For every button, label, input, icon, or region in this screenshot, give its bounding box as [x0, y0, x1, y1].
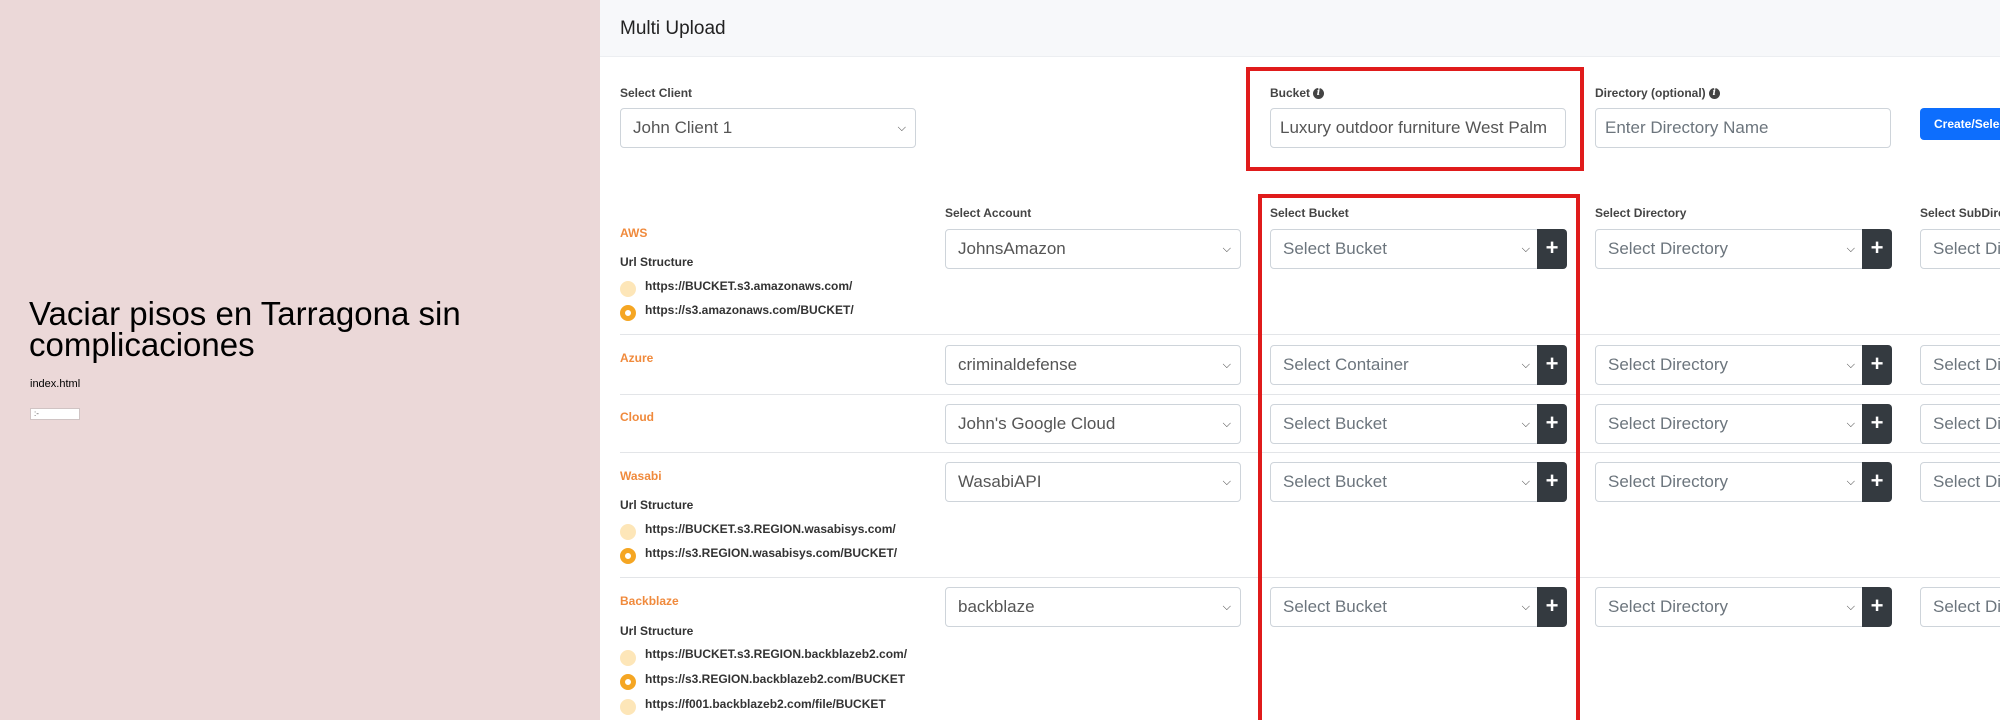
multi-upload-panel: Multi Upload Select Client John Client 1…	[600, 0, 2000, 720]
directory-select-aws[interactable]: Select Directory ⌵	[1595, 229, 1865, 269]
chevron-down-icon: ⌵	[1222, 601, 1231, 613]
left-panel: Vaciar pisos en Tarragona sin complicaci…	[0, 0, 600, 720]
add-directory-button[interactable]: +	[1862, 229, 1892, 269]
url-radio-selected[interactable]	[620, 674, 636, 690]
account-select-backblaze[interactable]: backblaze ⌵	[945, 587, 1241, 627]
add-directory-button[interactable]: +	[1862, 404, 1892, 444]
provider-aws: AWS	[620, 226, 648, 240]
provider-cloud: Cloud	[620, 410, 654, 424]
url-option: https://BUCKET.s3.amazonaws.com/	[645, 279, 853, 293]
directory-select-value: Select Directory	[1608, 597, 1728, 616]
subdirectory-select-aws[interactable]: Select Directory	[1920, 229, 2000, 269]
add-directory-button[interactable]: +	[1862, 462, 1892, 502]
directory-select-backblaze[interactable]: Select Directory ⌵	[1595, 587, 1865, 627]
account-select-azure[interactable]: criminaldefense ⌵	[945, 345, 1241, 385]
directory-label-text: Directory (optional)	[1595, 86, 1706, 100]
url-option: https://BUCKET.s3.REGION.backblazeb2.com…	[645, 647, 908, 661]
provider-wasabi: Wasabi	[620, 469, 662, 483]
account-select-cloud[interactable]: John's Google Cloud ⌵	[945, 404, 1241, 444]
account-value: JohnsAmazon	[958, 239, 1066, 258]
subdirectory-select-wasabi[interactable]: Select Directory	[1920, 462, 2000, 502]
directory-select-cloud[interactable]: Select Directory ⌵	[1595, 404, 1865, 444]
chevron-down-icon: ⌵	[1846, 601, 1855, 613]
filename-label: index.html	[30, 378, 81, 390]
url-radio[interactable]	[620, 524, 636, 540]
url-structure-label: Url Structure	[620, 255, 694, 269]
col-directory-label: Select Directory	[1595, 206, 1687, 220]
col-account-label: Select Account	[945, 206, 1032, 220]
account-value: criminaldefense	[958, 355, 1078, 374]
url-option: https://s3.REGION.backblazeb2.com/BUCKET	[645, 672, 906, 686]
url-radio[interactable]	[620, 650, 636, 666]
url-option: https://BUCKET.s3.REGION.wasabisys.com/	[645, 522, 896, 536]
info-icon[interactable]: i	[1708, 88, 1720, 100]
directory-select-wasabi[interactable]: Select Directory ⌵	[1595, 462, 1865, 502]
directory-label: Directory (optional) i	[1595, 86, 1720, 100]
account-select-aws[interactable]: JohnsAmazon ⌵	[945, 229, 1241, 269]
directory-select-value: Select Directory	[1608, 414, 1728, 433]
bucket-column-highlight-box	[1258, 194, 1580, 720]
client-label: Select Client	[620, 86, 693, 100]
client-select[interactable]: John Client 1 ⌵	[620, 108, 916, 148]
chevron-down-icon: ⌵	[1222, 476, 1231, 488]
url-radio[interactable]	[620, 281, 636, 297]
directory-select-value: Select Directory	[1608, 239, 1728, 258]
account-value: WasabiAPI	[958, 472, 1042, 491]
subdirectory-select-azure[interactable]: Select Directory	[1920, 345, 2000, 385]
url-structure-label: Url Structure	[620, 498, 694, 512]
provider-azure: Azure	[620, 351, 654, 365]
provider-backblaze: Backblaze	[620, 594, 679, 608]
col-subdirectory-label: Select SubDirectory	[1920, 206, 2000, 220]
directory-select-value: Select Directory	[1608, 472, 1728, 491]
page-heading: Vaciar pisos en Tarragona sin complicaci…	[29, 295, 461, 363]
url-radio-selected[interactable]	[620, 305, 636, 321]
subdirectory-select-value: Select Directory	[1933, 239, 2000, 258]
subdirectory-select-value: Select Directory	[1933, 472, 2000, 491]
chevron-down-icon: ⌵	[897, 122, 906, 134]
mini-input[interactable]: :-	[30, 408, 80, 420]
subdirectory-select-value: Select Directory	[1933, 414, 2000, 433]
add-directory-button[interactable]: +	[1862, 587, 1892, 627]
client-select-value: John Client 1	[633, 118, 733, 137]
directory-select-azure[interactable]: Select Directory ⌵	[1595, 345, 1865, 385]
directory-select-value: Select Directory	[1608, 355, 1728, 374]
subdirectory-select-backblaze[interactable]: Select Directory	[1920, 587, 2000, 627]
chevron-down-icon: ⌵	[1222, 243, 1231, 255]
chevron-down-icon: ⌵	[1222, 359, 1231, 371]
chevron-down-icon: ⌵	[1846, 243, 1855, 255]
subdirectory-select-cloud[interactable]: Select Directory	[1920, 404, 2000, 444]
url-radio-selected[interactable]	[620, 548, 636, 564]
panel-title: Multi Upload	[620, 18, 726, 39]
url-structure-label: Url Structure	[620, 624, 694, 638]
create-select-button[interactable]: Create/Select	[1920, 108, 2000, 140]
chevron-down-icon: ⌵	[1846, 418, 1855, 430]
subdirectory-select-value: Select Directory	[1933, 597, 2000, 616]
chevron-down-icon: ⌵	[1846, 476, 1855, 488]
url-option: https://f001.backblazeb2.com/file/BUCKET	[645, 697, 886, 711]
account-select-wasabi[interactable]: WasabiAPI ⌵	[945, 462, 1241, 502]
account-value: backblaze	[958, 597, 1035, 616]
bucket-highlight-box	[1246, 67, 1584, 171]
subdirectory-select-value: Select Directory	[1933, 355, 2000, 374]
account-value: John's Google Cloud	[958, 414, 1116, 433]
chevron-down-icon: ⌵	[1846, 359, 1855, 371]
directory-input[interactable]: Enter Directory Name	[1595, 108, 1891, 148]
url-option: https://s3.amazonaws.com/BUCKET/	[645, 303, 854, 317]
panel-header: Multi Upload	[600, 0, 2000, 57]
add-directory-button[interactable]: +	[1862, 345, 1892, 385]
url-radio[interactable]	[620, 699, 636, 715]
url-option: https://s3.REGION.wasabisys.com/BUCKET/	[645, 546, 898, 560]
chevron-down-icon: ⌵	[1222, 418, 1231, 430]
